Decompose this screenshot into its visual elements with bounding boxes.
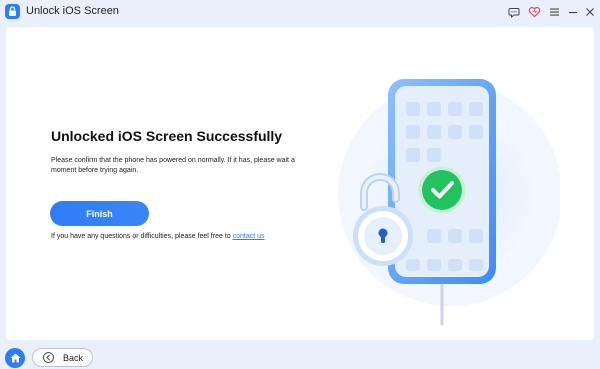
- back-button[interactable]: Back: [32, 348, 93, 367]
- finish-button[interactable]: Finish: [50, 201, 149, 226]
- home-icon: [10, 353, 20, 363]
- heart-icon[interactable]: [526, 4, 542, 20]
- app-title: Unlock iOS Screen: [26, 5, 119, 17]
- feedback-icon[interactable]: [506, 4, 522, 20]
- app-lock-icon: [5, 4, 20, 19]
- help-text: If you have any questions or difficultie…: [51, 233, 265, 240]
- home-button[interactable]: [5, 348, 25, 368]
- description-text: Please confirm that the phone has powere…: [51, 157, 295, 174]
- minimize-icon[interactable]: [565, 4, 581, 20]
- close-icon[interactable]: [582, 4, 598, 20]
- help-text-label: If you have any questions or difficultie…: [51, 233, 231, 240]
- contact-us-link[interactable]: contact us: [233, 233, 265, 240]
- back-arrow-icon: [43, 352, 54, 363]
- page-title: Unlocked iOS Screen Successfully: [51, 128, 283, 144]
- main-panel: Unlocked iOS Screen Successfully Please …: [6, 27, 594, 340]
- unlocked-phone-illustration: [338, 79, 560, 326]
- title-bar: Unlock iOS Screen: [0, 0, 600, 24]
- menu-icon[interactable]: [546, 4, 562, 20]
- back-label: Back: [63, 352, 84, 363]
